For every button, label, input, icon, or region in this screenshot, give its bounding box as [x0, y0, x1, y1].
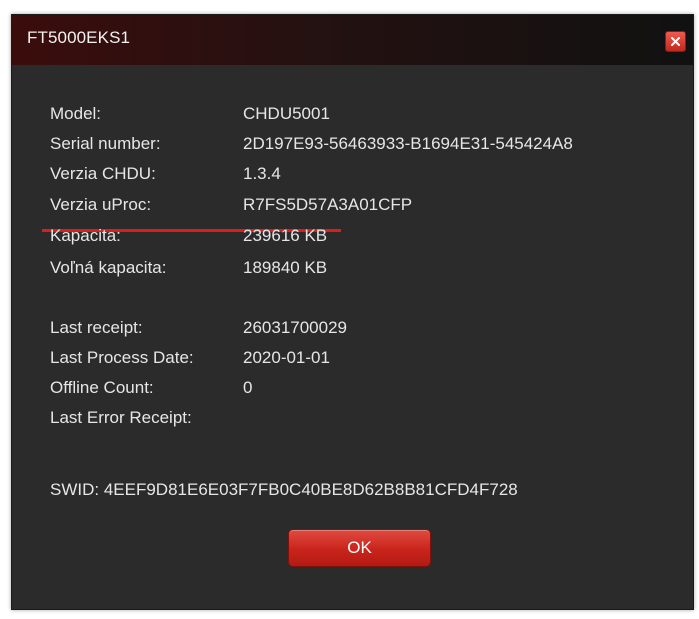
- info-value: 1.3.4: [243, 164, 281, 183]
- info-value: 2D197E93-56463933-B1694E31-545424A8: [243, 134, 573, 153]
- info-value: R7FS5D57A3A01CFP: [243, 195, 413, 214]
- receipt-label: Offline Count:: [50, 378, 154, 397]
- ok-button[interactable]: OK: [288, 529, 431, 567]
- info-label: Model:: [50, 104, 102, 123]
- info-value: 239616 KB: [243, 226, 328, 245]
- receipt-value: 0: [243, 378, 253, 397]
- info-value: CHDU5001: [243, 104, 330, 123]
- info-label: Kapacita:: [50, 226, 121, 245]
- close-icon: [671, 37, 680, 46]
- receipt-label: Last Error Receipt:: [50, 408, 192, 427]
- device-info-dialog: FT5000EKS1 Model: CHDU5001 Serial number…: [11, 14, 694, 610]
- info-label: Verzia uProc:: [50, 195, 152, 214]
- window-title: FT5000EKS1: [27, 28, 131, 47]
- swid-text: SWID: 4EEF9D81E6E03F7FB0C40BE8D62B8B81CF…: [50, 480, 518, 499]
- receipt-value: 26031700029: [243, 318, 348, 337]
- receipt-value: 2020-01-01: [243, 348, 330, 367]
- info-label: Verzia CHDU:: [50, 164, 156, 183]
- info-label: Voľná kapacita:: [50, 258, 167, 277]
- close-button[interactable]: [665, 31, 686, 52]
- title-bar[interactable]: FT5000EKS1: [12, 15, 693, 65]
- receipt-label: Last receipt:: [50, 318, 143, 337]
- info-label: Serial number:: [50, 134, 161, 153]
- info-value: 189840 KB: [243, 258, 328, 277]
- receipt-label: Last Process Date:: [50, 348, 194, 367]
